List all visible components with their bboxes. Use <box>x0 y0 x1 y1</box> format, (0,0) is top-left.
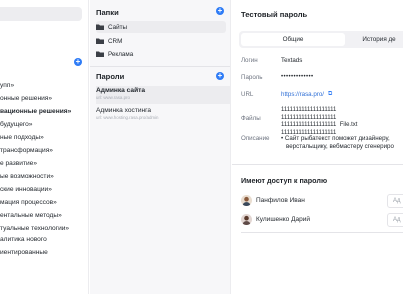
idea-item[interactable]: будущего» <box>0 118 88 131</box>
password-value[interactable]: ••••••••••••• <box>281 74 314 80</box>
copy-icon[interactable]: ⧉ <box>328 91 334 97</box>
avatar <box>241 195 252 206</box>
tab-history[interactable]: История де <box>349 33 403 46</box>
password-name: Админка сайта <box>96 87 146 94</box>
folder-label: Реклама <box>108 50 134 58</box>
idea-item[interactable]: ентальные методы» <box>0 209 88 222</box>
folder-item-crm[interactable]: CRM <box>96 35 226 47</box>
idea-item[interactable]: онные решения» <box>0 92 88 105</box>
role-select[interactable]: Ад <box>387 213 403 227</box>
login-value[interactable]: Textads <box>281 57 302 64</box>
divider <box>90 66 230 67</box>
idea-item[interactable]: мация процессов» <box>0 196 88 209</box>
divider <box>232 164 403 165</box>
files-label: Файлы <box>241 115 261 122</box>
file-name[interactable]: File.txt <box>340 122 358 128</box>
folder-icon <box>96 38 104 44</box>
add-folder-button[interactable]: + <box>216 7 224 15</box>
description-row: Описание • Сайт рыбатекст поможет дизайн… <box>241 135 403 155</box>
file-entry[interactable]: 1111111111111111111 <box>281 122 336 128</box>
person-name: Панфилов Иван <box>256 197 305 204</box>
login-label: Логин <box>241 57 258 64</box>
folder-label: CRM <box>108 37 123 45</box>
tab-general[interactable]: Общие <box>241 33 345 46</box>
role-select[interactable]: Ад <box>387 194 403 208</box>
idea-item[interactable]: алитика нового <box>0 235 88 246</box>
access-person-row: Панфилов Иван Ад <box>241 194 403 208</box>
description-line: верстальщику, вебмастеру сгенериро <box>286 143 394 150</box>
person-name: Кулишенко Дарий <box>256 216 310 223</box>
idea-item[interactable]: е развитие» <box>0 157 88 170</box>
add-password-button[interactable]: + <box>216 72 224 80</box>
url-link[interactable]: https://rasa.pro/ ⧉ <box>281 91 334 98</box>
passwords-title: Пароли <box>96 72 125 81</box>
idea-item[interactable]: ые возможности» <box>0 170 88 183</box>
description-label: Описание <box>241 135 270 142</box>
url-label: URL <box>241 91 254 98</box>
idea-item[interactable]: туальные технологии» <box>0 222 88 235</box>
password-detail-panel: Тестовый пароль Общие История де Логин T… <box>232 0 403 294</box>
idea-item[interactable]: ные подходы» <box>0 131 88 144</box>
file-entry[interactable]: 1111111111111111111 <box>281 107 357 115</box>
add-idea-button[interactable]: + <box>74 58 82 66</box>
access-title: Имеют доступ к паролю <box>241 176 328 185</box>
files-list: 1111111111111111111 1111111111111111111 … <box>281 107 357 137</box>
detail-tabs: Общие История де <box>239 31 403 48</box>
description-line: • Сайт рыбатекст поможет дизайнеру, <box>281 135 390 142</box>
access-person-row: Кулишенко Дарий Ад <box>241 213 403 227</box>
ideas-list: упп» онные решения» вационные решения» б… <box>0 79 88 259</box>
password-name: Админка хостинга <box>96 107 152 114</box>
password-label: Пароль <box>241 74 263 81</box>
description-text: • Сайт рыбатекст поможет дизайнеру, верс… <box>281 135 403 151</box>
password-item[interactable]: Админка хостинга url: www.hosting.rasa.p… <box>96 106 230 124</box>
folder-label: Сайты <box>108 23 128 31</box>
folders-title: Папки <box>96 8 119 17</box>
folder-icon <box>96 51 104 57</box>
password-url: url: www.rasa.pro <box>96 95 130 100</box>
idea-item[interactable]: трансформация» <box>0 144 88 157</box>
detail-title: Тестовый пароль <box>241 10 308 19</box>
idea-item[interactable]: ские инновации» <box>0 183 88 196</box>
folder-item-ads[interactable]: Реклама <box>96 48 226 60</box>
avatar <box>241 214 252 225</box>
file-entry[interactable]: 1111111111111111111 <box>281 115 357 123</box>
divider <box>241 232 403 233</box>
ideas-panel: + упп» онные решения» вационные решения»… <box>0 0 89 294</box>
folder-item-sites[interactable]: Сайты <box>96 21 226 33</box>
search-input[interactable] <box>0 7 82 21</box>
password-url: url: www.hosting.rasa.pro/admin <box>96 115 159 120</box>
idea-item-active[interactable]: вационные решения» <box>0 105 88 118</box>
folder-icon <box>96 24 104 30</box>
idea-item[interactable]: иентированные <box>0 246 88 259</box>
idea-item[interactable]: упп» <box>0 79 88 92</box>
url-value[interactable]: https://rasa.pro/ <box>281 91 324 98</box>
folders-panel: Папки + Сайты CRM Реклама Пароли + Админ… <box>90 0 231 294</box>
password-item-active[interactable]: Админка сайта url: www.rasa.pro <box>96 86 230 104</box>
